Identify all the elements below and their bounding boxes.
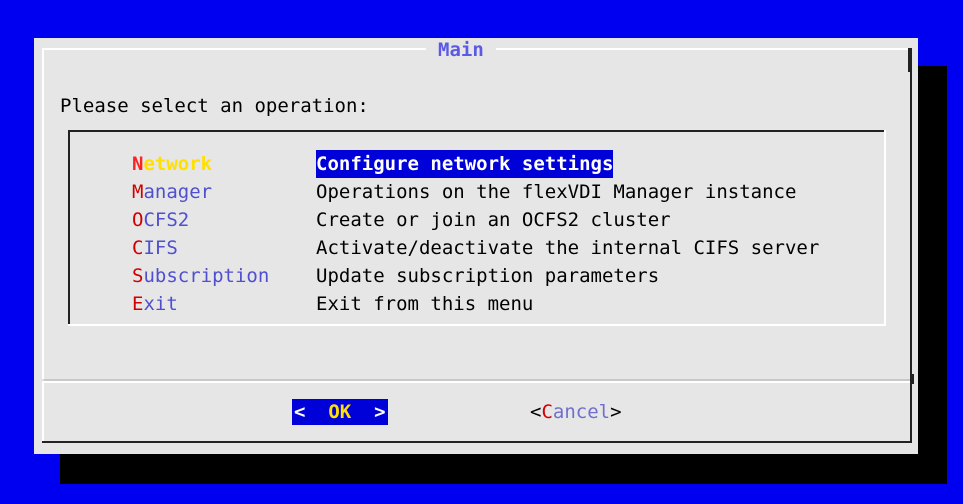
ok-button-left: < (294, 401, 329, 423)
main-dialog: Main Please select an operation: Network… (34, 38, 918, 454)
menu-item-tag-rest: etwork (143, 153, 213, 175)
menu-item-description: Exit from this menu (316, 293, 534, 315)
menu-item-hotkey: O (132, 209, 144, 231)
ok-button-right: > (351, 401, 386, 423)
menu-item-tag: Manager (132, 178, 212, 206)
cancel-button-label: ancel (552, 401, 611, 423)
separator-tick (910, 374, 914, 384)
menu-item-tag: Exit (132, 290, 178, 318)
menu-item-description: Configure network settings (316, 150, 614, 178)
menu-item-tag-rest: CFS2 (143, 209, 190, 231)
menu-list: Network Configure network settings Manag… (68, 130, 886, 326)
menu-border-bottom (68, 324, 886, 326)
menu-item-tag-rest: IFS (143, 237, 178, 259)
menu-item-hotkey: C (132, 237, 144, 259)
ok-button-label: OK (328, 401, 352, 423)
cancel-button-hotkey: C (541, 401, 553, 423)
menu-item-hotkey: E (132, 293, 144, 315)
ok-button[interactable]: < OK > (292, 399, 388, 425)
menu-border-left (68, 130, 70, 326)
cancel-button-left: < (530, 401, 542, 423)
menu-item-hotkey: S (132, 265, 144, 287)
menu-item-tag-rest: xit (143, 293, 178, 315)
menu-item-tag-rest: anager (143, 181, 213, 203)
dialog-border-bottom (42, 441, 912, 443)
cancel-button-right: > (610, 401, 622, 423)
menu-item-description: Activate/deactivate the internal CIFS se… (316, 237, 820, 259)
dialog-prompt: Please select an operation: (60, 95, 369, 117)
button-area-separator (42, 379, 912, 383)
menu-border-top (68, 130, 886, 132)
menu-item-tag: Network (132, 150, 212, 178)
menu-item-hotkey: N (132, 153, 144, 175)
menu-item-tag: OCFS2 (132, 206, 189, 234)
dialog-border-left (42, 48, 44, 443)
dialog-title: Main (426, 38, 496, 62)
menu-item-description: Operations on the flexVDI Manager instan… (316, 181, 797, 203)
menu-item-tag: CIFS (132, 234, 178, 262)
menu-item-tag: Subscription (132, 262, 269, 290)
cancel-button[interactable]: <Cancel> (530, 399, 622, 425)
menu-item-hotkey: M (132, 181, 144, 203)
menu-item-description: Update subscription parameters (316, 265, 660, 287)
menu-item-description: Create or join an OCFS2 cluster (316, 209, 671, 231)
menu-item-tag-rest: ubscription (143, 265, 270, 287)
menu-border-right (884, 130, 886, 326)
